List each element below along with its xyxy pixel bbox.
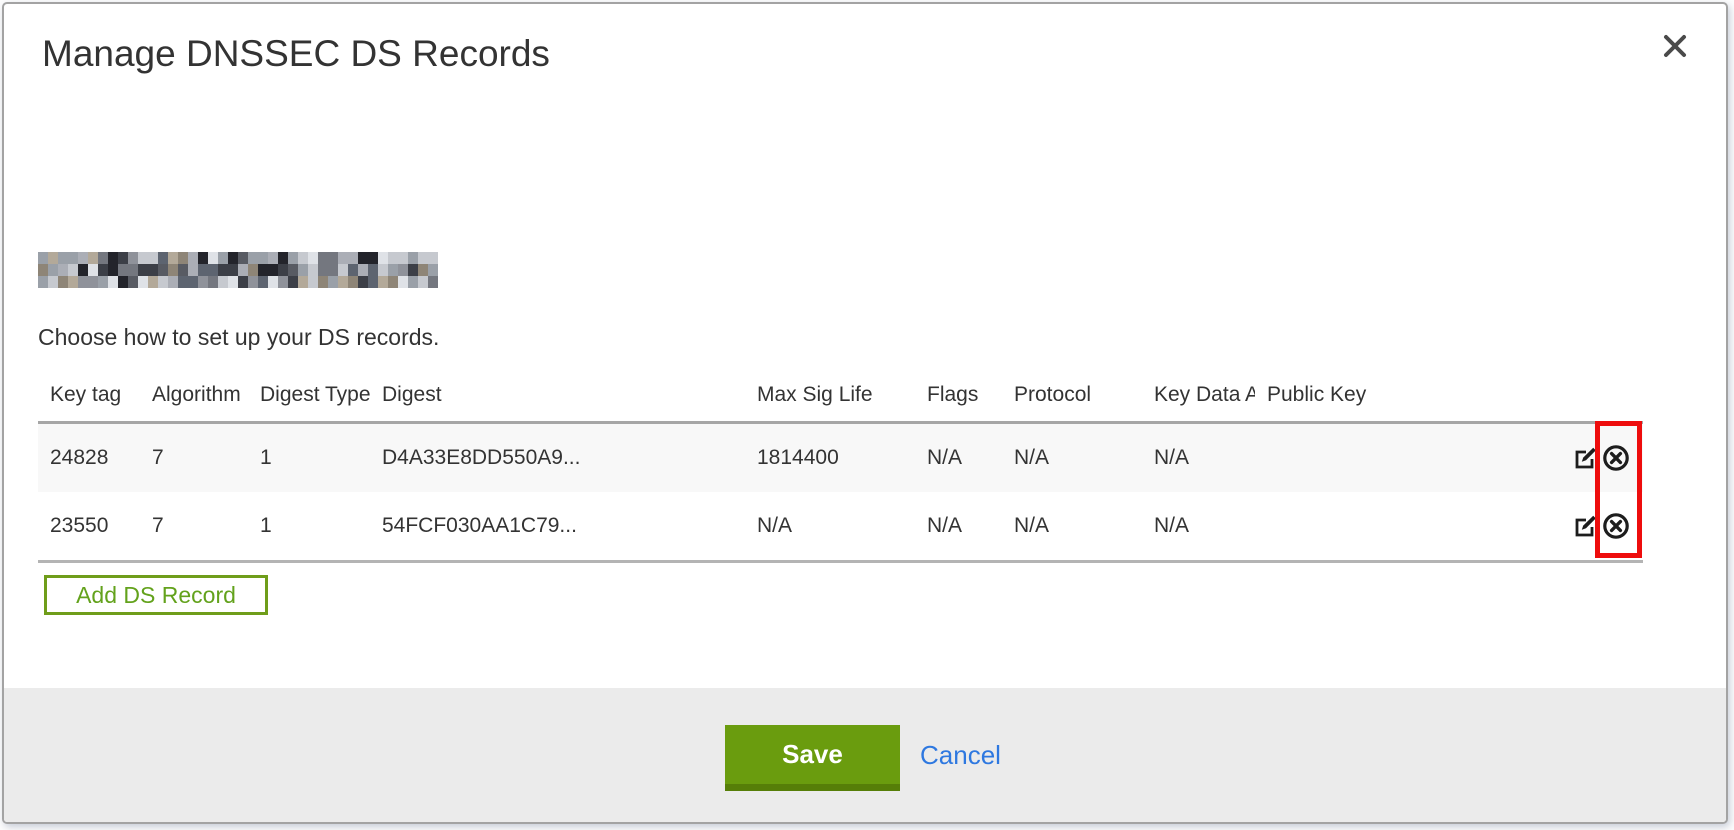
ds-records-table: Key tagAlgorithmDigest TypeDigestMax Sig… bbox=[38, 375, 1643, 563]
add-ds-record-button[interactable]: Add DS Record bbox=[44, 575, 268, 615]
column-header-algorithm: Algorithm bbox=[140, 375, 248, 423]
cell-algorithm: 7 bbox=[140, 423, 248, 493]
cell-actions bbox=[1570, 423, 1643, 493]
cell-algorithm: 7 bbox=[140, 492, 248, 562]
cell-public_key bbox=[1255, 492, 1570, 562]
cell-max_sig_life: 1814400 bbox=[745, 423, 915, 493]
setup-instruction: Choose how to set up your DS records. bbox=[38, 324, 439, 351]
cell-digest: 54FCF030AA1C79... bbox=[370, 492, 745, 562]
x-circle-delete-icon bbox=[1602, 460, 1630, 475]
screen: Manage DNSSEC DS Records Choose how to s… bbox=[0, 0, 1734, 830]
save-button[interactable]: Save bbox=[725, 725, 900, 791]
dialog-footer: Save Cancel bbox=[4, 688, 1726, 822]
edit-record-button[interactable] bbox=[1573, 514, 1598, 539]
cell-key_data_alg: N/A bbox=[1142, 423, 1255, 493]
column-header-key_tag: Key tag bbox=[38, 375, 140, 423]
page-title: Manage DNSSEC DS Records bbox=[42, 32, 550, 76]
cell-key_tag: 24828 bbox=[38, 423, 140, 493]
cell-digest: D4A33E8DD550A9... bbox=[370, 423, 745, 493]
close-button[interactable] bbox=[1658, 30, 1692, 64]
delete-record-button[interactable] bbox=[1602, 512, 1630, 540]
column-header-digest_type: Digest Type bbox=[248, 375, 370, 423]
delete-record-button[interactable] bbox=[1602, 444, 1630, 472]
domain-name-redacted bbox=[38, 252, 438, 288]
cell-key_tag: 23550 bbox=[38, 492, 140, 562]
column-header-actions bbox=[1570, 375, 1643, 423]
cell-digest_type: 1 bbox=[248, 423, 370, 493]
column-header-digest: Digest bbox=[370, 375, 745, 423]
column-header-protocol: Protocol bbox=[1002, 375, 1142, 423]
cell-public_key bbox=[1255, 423, 1570, 493]
manage-dnssec-dialog: Manage DNSSEC DS Records Choose how to s… bbox=[2, 2, 1728, 824]
column-header-flags: Flags bbox=[915, 375, 1002, 423]
table-header-row: Key tagAlgorithmDigest TypeDigestMax Sig… bbox=[38, 375, 1643, 423]
table-row: 235507154FCF030AA1C79...N/AN/AN/AN/A bbox=[38, 492, 1643, 562]
x-circle-delete-icon bbox=[1602, 528, 1630, 543]
cell-digest_type: 1 bbox=[248, 492, 370, 562]
cell-protocol: N/A bbox=[1002, 423, 1142, 493]
cancel-link[interactable]: Cancel bbox=[920, 740, 1001, 771]
cell-protocol: N/A bbox=[1002, 492, 1142, 562]
column-header-key_data_alg: Key Data Alg bbox=[1142, 375, 1255, 423]
column-header-max_sig_life: Max Sig Life bbox=[745, 375, 915, 423]
cell-flags: N/A bbox=[915, 423, 1002, 493]
edit-icon bbox=[1573, 527, 1598, 542]
edit-record-button[interactable] bbox=[1573, 446, 1598, 471]
cell-max_sig_life: N/A bbox=[745, 492, 915, 562]
cell-flags: N/A bbox=[915, 492, 1002, 562]
cell-key_data_alg: N/A bbox=[1142, 492, 1255, 562]
column-header-public_key: Public Key bbox=[1255, 375, 1570, 423]
cell-actions bbox=[1570, 492, 1643, 562]
edit-icon bbox=[1573, 459, 1598, 474]
table-row: 2482871D4A33E8DD550A9...1814400N/AN/AN/A bbox=[38, 423, 1643, 493]
x-close-icon bbox=[1660, 31, 1690, 64]
